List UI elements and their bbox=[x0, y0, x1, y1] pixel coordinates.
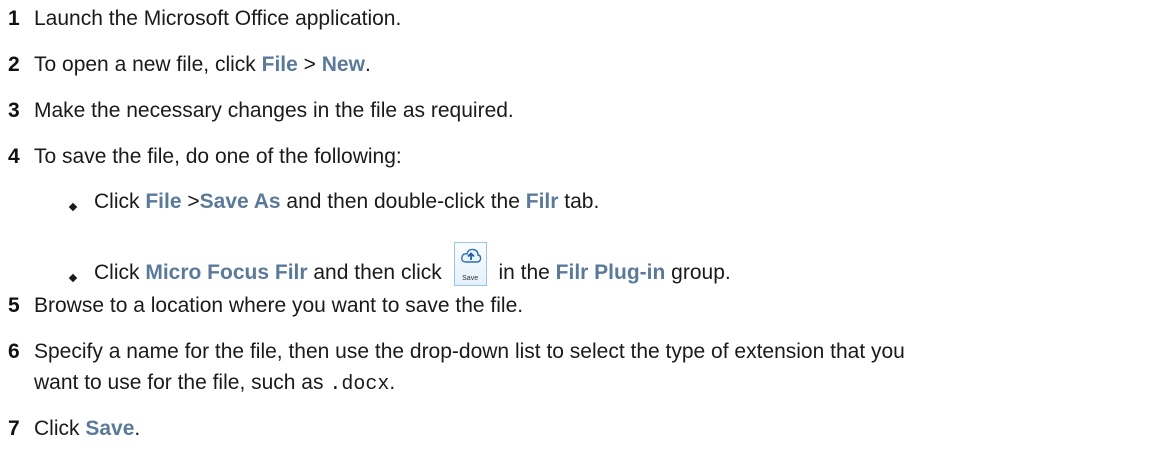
substep-text: and then double-click the bbox=[280, 190, 526, 213]
substep-text: Click bbox=[94, 261, 146, 284]
step-7: 7 Click Save. bbox=[8, 414, 1168, 444]
ui-term-micro-focus-filr: Micro Focus Filr bbox=[145, 261, 308, 284]
step-number: 1 bbox=[8, 7, 20, 30]
step-text: To open a new file, click bbox=[34, 53, 262, 76]
step-3: 3 Make the necessary changes in the file … bbox=[8, 96, 1168, 126]
step-6: 6 Specify a name for the file, then use t… bbox=[8, 337, 1168, 367]
menu-separator: > bbox=[181, 190, 200, 213]
step-4: 4 To save the file, do one of the followi… bbox=[8, 142, 1168, 172]
step-2: 2 To open a new file, click File > New. bbox=[8, 50, 1168, 80]
menu-separator: > bbox=[297, 53, 322, 76]
ui-term-save-as: Save As bbox=[199, 190, 281, 213]
step-6-continued: want to use for the file, such as .docx. bbox=[34, 368, 395, 400]
step-text: To save the file, do one of the followin… bbox=[34, 145, 402, 168]
save-button-image: Save bbox=[453, 242, 487, 286]
step-number: 4 bbox=[8, 145, 20, 168]
step-number: 6 bbox=[8, 340, 20, 363]
step-text-end: . bbox=[364, 53, 371, 76]
step-text-end: . bbox=[134, 417, 141, 440]
step-text: Launch the Microsoft Office application. bbox=[34, 7, 402, 30]
step-1: 1 Launch the Microsoft Office application… bbox=[8, 4, 1168, 34]
step-text: Click bbox=[34, 417, 86, 440]
ui-term-save: Save bbox=[85, 417, 135, 440]
save-icon-caption: Save bbox=[462, 275, 479, 282]
substep-text: Click bbox=[94, 190, 146, 213]
step-text-end: . bbox=[389, 371, 396, 394]
ui-term-file: File bbox=[145, 190, 182, 213]
file-extension-code: .docx bbox=[329, 373, 390, 396]
substep-2: Click Micro Focus Filr and then click Sa… bbox=[66, 242, 731, 288]
ui-term-filr-plug-in: Filr Plug-in bbox=[555, 261, 666, 284]
step-number: 3 bbox=[8, 99, 20, 122]
step-number: 5 bbox=[8, 294, 20, 317]
step-text-line-2: want to use for the file, such as bbox=[34, 371, 330, 394]
step-number: 7 bbox=[8, 417, 20, 440]
step-text: Browse to a location where you want to s… bbox=[34, 294, 524, 317]
substep-text-end: tab. bbox=[558, 190, 600, 213]
substep-text: in the bbox=[492, 261, 556, 284]
ui-term-filr: Filr bbox=[525, 190, 559, 213]
substep-1: Click File >Save As and then double-clic… bbox=[66, 187, 599, 217]
substep-text: and then click bbox=[307, 261, 448, 284]
step-5: 5 Browse to a location where you want to … bbox=[8, 291, 1168, 321]
ui-term-file: File bbox=[261, 53, 298, 76]
substep-text-end: group. bbox=[665, 261, 731, 284]
ui-term-new: New bbox=[321, 53, 365, 76]
step-number: 2 bbox=[8, 53, 20, 76]
step-text: Make the necessary changes in the file a… bbox=[34, 99, 514, 122]
cloud-upload-save-icon bbox=[460, 248, 481, 263]
step-text-line-1: Specify a name for the file, then use th… bbox=[34, 340, 905, 363]
